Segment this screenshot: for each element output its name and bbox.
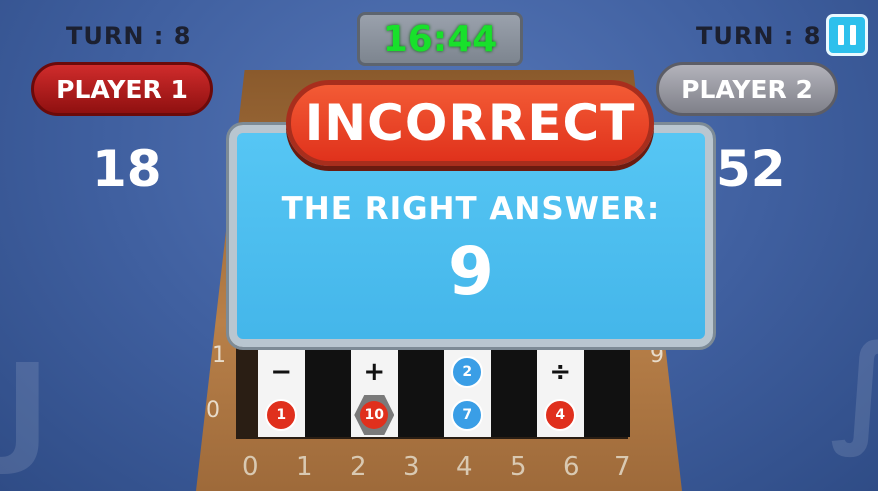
x-axis-label: 5 <box>510 452 527 482</box>
turn-counter-right: TURN : 8 <box>696 22 822 50</box>
pause-button[interactable] <box>826 14 868 56</box>
pause-icon <box>838 25 844 45</box>
player-2-badge: PLAYER 2 <box>656 62 838 116</box>
board-cell[interactable] <box>304 350 351 394</box>
x-axis-label: 0 <box>242 452 259 482</box>
result-subtitle: THE RIGHT ANSWER: <box>281 191 661 227</box>
game-timer: 16:44 <box>357 12 523 66</box>
board-row-top: − + 2 ÷ <box>258 350 630 394</box>
x-axis-label: 4 <box>456 452 473 482</box>
y-axis-label: 1 <box>212 343 226 368</box>
red-chip: 10 <box>360 401 389 429</box>
board-cell-chip[interactable]: 7 <box>444 393 491 437</box>
x-axis-label: 1 <box>296 452 313 482</box>
board-cell-operator-plus[interactable]: + <box>351 350 398 394</box>
board-cell[interactable] <box>583 350 630 394</box>
y-axis-label: 0 <box>206 398 220 423</box>
x-axis-label: 7 <box>614 452 631 482</box>
turn-counter-left: TURN : 8 <box>66 22 192 50</box>
board-row-bottom: 1 10 7 4 <box>258 393 630 437</box>
board-cell-chip[interactable]: 1 <box>258 393 305 437</box>
board-cell[interactable] <box>397 350 444 394</box>
red-chip[interactable]: 4 <box>544 399 577 431</box>
x-axis-label: 2 <box>350 452 367 482</box>
x-axis-label: 6 <box>563 452 580 482</box>
board-cell-operator-divide[interactable]: ÷ <box>537 350 584 394</box>
board-cell[interactable] <box>583 393 630 437</box>
red-chip[interactable]: 1 <box>265 399 298 431</box>
blue-chip[interactable]: 2 <box>451 356 484 388</box>
player-1-badge: PLAYER 1 <box>31 62 213 116</box>
board-cell-chip[interactable]: 4 <box>537 393 584 437</box>
player-1-score: 18 <box>92 140 162 198</box>
player-2-score: 52 <box>716 140 786 198</box>
correct-answer-value: 9 <box>448 233 494 310</box>
pause-icon <box>850 25 856 45</box>
x-axis-label: 3 <box>403 452 420 482</box>
incorrect-banner: INCORRECT <box>286 80 654 166</box>
board-cell-chip[interactable]: 10 <box>351 393 398 437</box>
board-cell[interactable] <box>397 393 444 437</box>
board-cell[interactable] <box>490 350 537 394</box>
blue-chip[interactable]: 7 <box>451 399 484 431</box>
board-cell-operator-minus[interactable]: − <box>258 350 305 394</box>
selected-chip-hex[interactable]: 10 <box>354 395 395 435</box>
board-cell[interactable] <box>304 393 351 437</box>
board-cell[interactable] <box>490 393 537 437</box>
board-cell-chip[interactable]: 2 <box>444 350 491 394</box>
